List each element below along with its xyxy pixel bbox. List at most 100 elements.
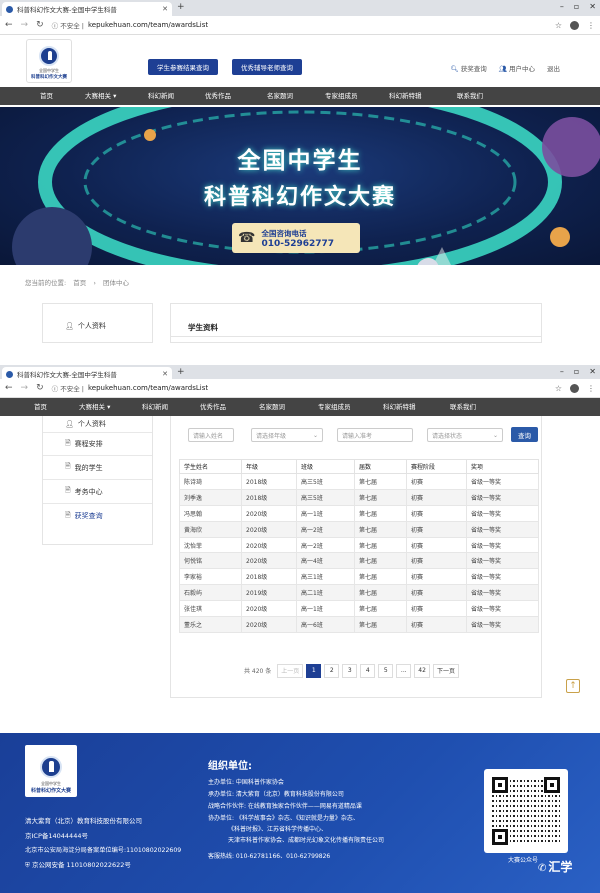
status-select[interactable]: 请选择状态 ⌄ [427, 428, 503, 442]
window-close-icon[interactable]: ✕ [589, 367, 596, 376]
nav-contact-2[interactable]: 联系我们 [450, 398, 476, 416]
wechat-qr-code [484, 769, 568, 853]
breadcrumb: 您当前的位置: 首页 › 团体中心 [25, 279, 130, 287]
teacher-query-button[interactable]: 优秀辅导老师查询 [232, 59, 302, 75]
nav-news[interactable]: 科幻新闻 [148, 87, 174, 105]
window-close-icon[interactable]: ✕ [589, 2, 596, 11]
cell-session: 第七届 [354, 520, 407, 538]
cell-stage: 初赛 [406, 552, 467, 570]
nav-experts[interactable]: 名家题词 [267, 87, 293, 105]
browser-menu-icon[interactable]: ⋮ [587, 21, 595, 30]
nav-special-2[interactable]: 科幻新特辑 [383, 398, 416, 416]
nav-contact[interactable]: 联系我们 [457, 87, 483, 105]
reload-icon[interactable]: ↻ [36, 20, 44, 30]
prev-page-button[interactable]: 上一页 [277, 663, 304, 678]
logo-line2: 科普科幻作文大赛 [31, 75, 67, 80]
page-42-button[interactable]: 42 [414, 663, 430, 678]
bookmark-star-icon[interactable]: ☆ [555, 21, 562, 30]
new-tab-icon[interactable]: + [177, 367, 185, 377]
cell-stage: 初赛 [406, 520, 467, 538]
sidebar-card: 👤︎ 个人资料 🗎︎ 赛程安排 🗎︎ 我的学生 🗎︎ 考务中心 🗎︎ 获奖查询 [42, 414, 153, 545]
watermark: ✆ 汇学 [538, 860, 573, 874]
document-icon: 🗎︎ [65, 438, 71, 447]
user-icon: 👤︎ [65, 321, 74, 330]
nav-home[interactable]: 首页 [40, 87, 53, 105]
nav-experts-2[interactable]: 名家题词 [259, 398, 285, 416]
page-1-button[interactable]: 1 [306, 663, 322, 678]
cell-stage: 初赛 [406, 616, 467, 633]
profile-icon[interactable] [570, 20, 579, 30]
nav-home-2[interactable]: 首页 [34, 398, 47, 416]
minimize-icon[interactable]: – [560, 2, 564, 11]
logout-link[interactable]: 退出 [547, 63, 560, 73]
cell-class: 高三5班 [296, 488, 355, 506]
maximize-icon[interactable]: ▫ [574, 367, 579, 376]
browser-menu-icon[interactable]: ⋮ [587, 384, 595, 393]
back-icon[interactable]: ← [5, 383, 13, 393]
site-logo[interactable]: 全国中学生 科普科幻作文大赛 [26, 39, 72, 83]
cell-session: 第七届 [354, 488, 407, 506]
user-center-link[interactable]: 👥︎ 用户中心 [499, 63, 535, 73]
browser-tab[interactable]: 科普科幻作文大赛-全国中学生科普 ✕ [2, 2, 172, 16]
name-search-input[interactable]: 请输入姓名 [188, 428, 234, 442]
new-tab-icon[interactable]: + [177, 2, 185, 12]
nav-contest[interactable]: 大赛相关 ▾ [85, 87, 116, 105]
cell-award: 省级一等奖 [466, 600, 539, 618]
maximize-icon[interactable]: ▫ [574, 2, 579, 11]
sidebar-item-schedule[interactable]: 🗎︎ 赛程安排 [43, 433, 152, 456]
col-class-header: 班级 [296, 459, 355, 474]
sidebar-item-students[interactable]: 🗎︎ 我的学生 [43, 456, 152, 480]
close-tab-icon[interactable]: ✕ [162, 5, 168, 13]
next-page-button[interactable]: 下一页 [432, 663, 459, 678]
exam-number-input[interactable]: 请输入准考 [337, 428, 413, 442]
cell-class: 高三1班 [296, 568, 355, 586]
cell-name: 沈怡菲 [179, 536, 242, 554]
address-bar: ← → ↻ ⓘ 不安全 | kepukehuan.com/team/awards… [0, 16, 600, 35]
cell-grade: 2020级 [241, 520, 297, 538]
sidebar-item-awards[interactable]: 🗎︎ 获奖查询 [43, 504, 152, 528]
breadcrumb-home[interactable]: 首页 [73, 279, 86, 287]
not-secure-label-2[interactable]: ⓘ 不安全 | [52, 383, 84, 393]
footer-gongan[interactable]: ⛨ 京公网安备 11010802022622号 [25, 859, 131, 870]
nav-committee-2[interactable]: 专家组成员 [318, 398, 351, 416]
minimize-icon[interactable]: – [560, 367, 564, 376]
forward-icon[interactable]: → [21, 20, 29, 30]
cell-session: 第七届 [354, 568, 407, 586]
footer-icp[interactable]: 京ICP备14044444号 [25, 830, 88, 840]
nav-works-2[interactable]: 优秀作品 [200, 398, 226, 416]
page-5-button[interactable]: 5 [378, 663, 394, 678]
back-to-top-icon[interactable]: ↑ [566, 679, 580, 693]
back-icon[interactable]: ← [5, 20, 13, 30]
nav-contest-2[interactable]: 大赛相关 ▾ [79, 398, 110, 416]
forward-icon[interactable]: → [21, 383, 29, 393]
cell-grade: 2020级 [241, 552, 297, 570]
student-results-button[interactable]: 学生参赛结果查询 [148, 59, 218, 75]
qr-label: 大赛公众号 [508, 857, 539, 864]
cell-name: 张佳琪 [179, 600, 242, 618]
col-grade-header: 年级 [241, 459, 297, 474]
browser-tab-bar: 科普科幻作文大赛-全国中学生科普 ✕ + – ▫ ✕ [0, 0, 600, 16]
close-tab-icon[interactable]: ✕ [162, 370, 168, 378]
sidebar-item-exam-center[interactable]: 🗎︎ 考务中心 [43, 480, 152, 504]
profile-icon[interactable] [570, 383, 579, 393]
sidebar-item-profile[interactable]: 👤︎ 个人资料 [43, 316, 152, 335]
page-3-button[interactable]: 3 [342, 663, 358, 678]
page-2-button[interactable]: 2 [324, 663, 340, 678]
not-secure-label[interactable]: ⓘ 不安全 | [52, 20, 84, 30]
awards-query-link[interactable]: 🔍︎ 获奖查询 [450, 63, 486, 73]
bookmark-star-icon[interactable]: ☆ [555, 384, 562, 393]
query-button[interactable]: 查询 [511, 427, 538, 442]
nav-committee[interactable]: 专家组成员 [325, 87, 358, 105]
grade-select[interactable]: 请选择年级 ⌄ [251, 428, 323, 442]
nav-special[interactable]: 科幻新特辑 [389, 87, 422, 105]
nav-works[interactable]: 优秀作品 [205, 87, 231, 105]
reload-icon[interactable]: ↻ [36, 383, 44, 393]
org-title: 组织单位: [208, 761, 252, 772]
url-input-2[interactable]: kepukehuan.com/team/awardsList [88, 384, 208, 392]
url-input[interactable]: kepukehuan.com/team/awardsList [88, 21, 208, 29]
col-session-header: 届数 [354, 459, 407, 474]
nav-news-2[interactable]: 科幻新闻 [142, 398, 168, 416]
sidebar-item-profile-2[interactable]: 👤︎ 个人资料 [43, 415, 152, 433]
wechat-icon: ✆ [538, 863, 547, 874]
page-4-button[interactable]: 4 [360, 663, 376, 678]
